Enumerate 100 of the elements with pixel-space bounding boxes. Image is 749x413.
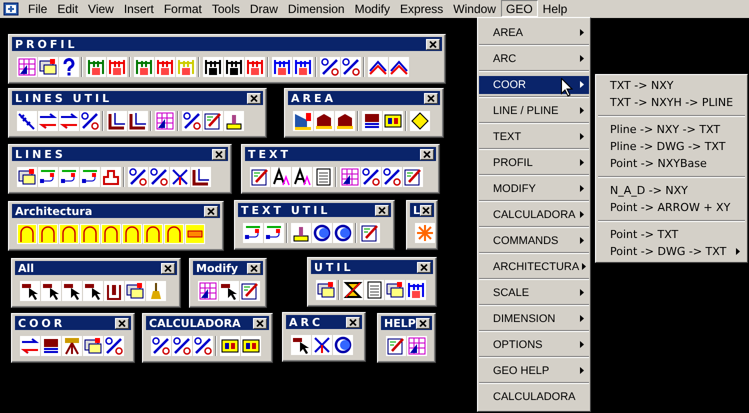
tool-button[interactable] — [292, 110, 313, 132]
tool-button[interactable] — [127, 110, 148, 132]
close-button[interactable] — [420, 204, 432, 216]
tool-button[interactable] — [16, 56, 37, 78]
tool-button[interactable] — [61, 335, 82, 357]
tool-button[interactable] — [40, 280, 61, 302]
tool-button[interactable] — [242, 222, 263, 244]
tool-button[interactable] — [127, 166, 148, 188]
menu-item[interactable]: CALCULADORA — [479, 206, 589, 224]
tool-button[interactable] — [402, 166, 423, 188]
tool-button[interactable] — [103, 335, 124, 357]
tool-button[interactable] — [202, 56, 223, 78]
close-button[interactable] — [212, 148, 226, 160]
close-button[interactable] — [416, 318, 430, 328]
tool-button[interactable] — [334, 110, 355, 132]
close-button[interactable] — [253, 318, 267, 328]
menu-item[interactable]: TXT -> NXYH -> PLINE — [598, 94, 745, 111]
tool-button[interactable] — [37, 166, 58, 188]
tool-button[interactable] — [313, 110, 334, 132]
tool-button[interactable] — [405, 279, 426, 301]
tool-button[interactable] — [79, 166, 100, 188]
tool-button[interactable] — [311, 222, 332, 244]
menu-item[interactable]: DIMENSION — [479, 310, 589, 328]
menu-item[interactable]: Point -> TXT — [598, 226, 745, 243]
tool-button[interactable] — [290, 222, 311, 244]
tool-button[interactable] — [82, 280, 103, 302]
tool-button[interactable] — [384, 279, 405, 301]
tool-button[interactable] — [223, 56, 244, 78]
menu-item[interactable]: File — [23, 0, 52, 17]
tool-button[interactable] — [360, 166, 381, 188]
menu-item[interactable]: PROFIL — [479, 154, 589, 172]
tool-button[interactable] — [240, 335, 261, 357]
tool-button[interactable] — [291, 166, 312, 188]
menu-item[interactable]: Point -> DWG -> TXT — [598, 243, 745, 260]
tool-button[interactable] — [40, 335, 61, 357]
tool-button[interactable] — [150, 335, 171, 357]
tool-button[interactable] — [190, 166, 211, 188]
close-button[interactable] — [417, 262, 431, 272]
tool-button[interactable] — [218, 280, 239, 302]
tool-button[interactable] — [263, 222, 284, 244]
tool-button[interactable] — [367, 56, 388, 78]
tool-button[interactable] — [292, 56, 313, 78]
menu-item[interactable]: MODIFY — [479, 180, 589, 198]
tool-button[interactable] — [154, 110, 175, 132]
close-button[interactable] — [161, 262, 175, 274]
menu-item[interactable]: CALCULADORA — [479, 388, 589, 406]
menu-item[interactable]: Dimension — [282, 0, 350, 17]
tool-button[interactable] — [145, 280, 166, 302]
tool-button[interactable] — [382, 110, 403, 132]
tool-button[interactable] — [339, 166, 360, 188]
tool-button[interactable] — [19, 335, 40, 357]
menu-item[interactable]: GEO — [500, 0, 538, 17]
menu-item[interactable]: SCALE — [479, 284, 589, 302]
menu-item[interactable]: COMMANDS — [479, 232, 589, 250]
menu-item[interactable]: TXT -> NXY — [598, 77, 745, 94]
menu-item[interactable]: GEO HELP — [479, 362, 589, 380]
menu-item[interactable]: View — [83, 0, 119, 17]
tool-button[interactable] — [79, 110, 100, 132]
tool-button[interactable] — [406, 335, 427, 357]
tool-button[interactable] — [61, 280, 82, 302]
menu-item[interactable]: TEXT — [479, 128, 589, 146]
tool-button[interactable] — [181, 110, 202, 132]
tool-button[interactable] — [332, 222, 353, 244]
tool-button[interactable] — [270, 166, 291, 188]
tool-button[interactable] — [37, 110, 58, 132]
menu-item[interactable]: Window — [448, 0, 501, 17]
close-button[interactable] — [247, 92, 261, 104]
tool-button[interactable] — [223, 110, 244, 132]
menu-item[interactable]: Tools — [206, 0, 245, 17]
tool-button[interactable] — [312, 166, 333, 188]
tool-button[interactable] — [363, 279, 384, 301]
tool-button[interactable] — [202, 110, 223, 132]
tool-button[interactable] — [82, 335, 103, 357]
menu-item[interactable]: OPTIONS — [479, 336, 589, 354]
menu-item[interactable]: ARC — [479, 50, 589, 68]
close-button[interactable] — [346, 316, 360, 328]
tool-button[interactable] — [19, 280, 40, 302]
close-button[interactable] — [247, 262, 261, 274]
tool-button[interactable] — [219, 335, 240, 357]
tool-button[interactable] — [37, 56, 58, 78]
menu-item[interactable]: LINE / PLINE — [479, 102, 589, 120]
tool-button[interactable] — [385, 335, 406, 357]
close-button[interactable] — [420, 148, 434, 160]
tool-button[interactable] — [148, 166, 169, 188]
tool-button[interactable] — [332, 334, 353, 356]
menu-item[interactable]: Help — [538, 0, 572, 17]
tool-button[interactable] — [58, 166, 79, 188]
tool-button[interactable] — [103, 280, 124, 302]
tool-button[interactable] — [311, 334, 332, 356]
close-button[interactable] — [375, 204, 389, 216]
menu-item[interactable]: Insert — [118, 0, 159, 17]
tool-button[interactable] — [58, 56, 79, 78]
tool-button[interactable] — [381, 166, 402, 188]
menu-item[interactable]: Express — [394, 0, 448, 17]
menu-item[interactable]: Draw — [244, 0, 283, 17]
close-button[interactable] — [204, 206, 218, 216]
menu-item[interactable]: AREA — [479, 24, 589, 42]
tool-button[interactable] — [124, 280, 145, 302]
menu-item[interactable]: Point -> ARROW + XY — [598, 199, 745, 216]
menu-item[interactable]: Modify — [350, 0, 395, 17]
